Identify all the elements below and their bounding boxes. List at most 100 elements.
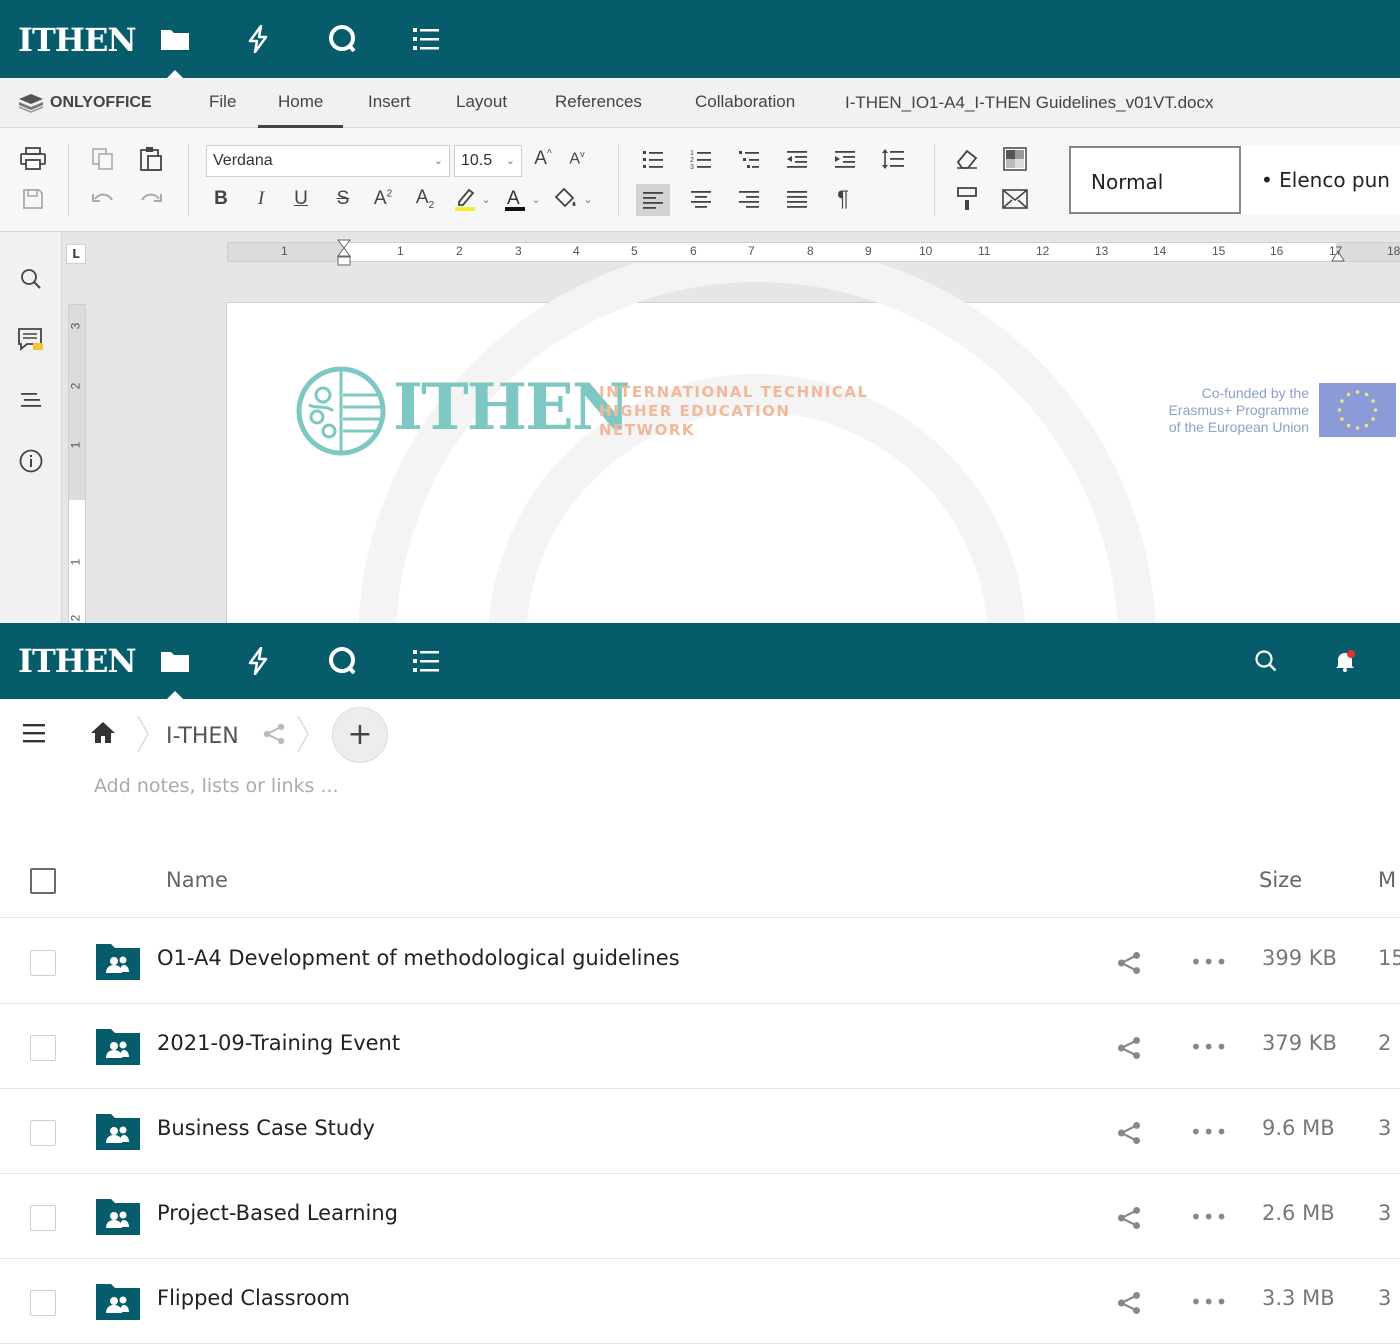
file-row-checkbox[interactable] (30, 1035, 56, 1061)
rich-workspace-notes[interactable]: Add notes, lists or links ... (94, 772, 339, 800)
strikethrough-button[interactable]: S (328, 184, 358, 214)
style-elenco-puntato[interactable]: • Elenco pun (1241, 146, 1400, 214)
file-share-button[interactable] (1116, 1290, 1142, 1320)
file-row[interactable]: Flipped Classroom ••• 3.3 MB 3 (0, 1259, 1400, 1344)
subscript-button[interactable]: A2 (410, 184, 440, 214)
undo-button[interactable] (88, 184, 118, 214)
file-row[interactable]: 2021-09-Training Event ••• 379 KB 2 (0, 1004, 1400, 1089)
file-share-button[interactable] (1116, 1205, 1142, 1235)
file-actions-button[interactable]: ••• (1190, 1207, 1228, 1227)
shading-button[interactable] (550, 184, 580, 214)
new-file-button[interactable]: + (332, 707, 388, 763)
talk-app-button[interactable] (312, 623, 372, 699)
file-row[interactable]: Business Case Study ••• 9.6 MB 3 (0, 1089, 1400, 1174)
column-name[interactable]: Name (166, 868, 228, 892)
shading-dropdown[interactable]: ⌄ (578, 184, 598, 214)
file-actions-button[interactable]: ••• (1190, 1292, 1228, 1312)
column-modified[interactable]: M (1378, 868, 1396, 892)
tab-stop-button[interactable]: L (66, 244, 86, 264)
tab-layout[interactable]: Layout (436, 78, 527, 128)
navigation-panel-button[interactable] (16, 385, 46, 415)
numbered-list-button[interactable]: 123 (686, 144, 716, 174)
deck-app-button[interactable] (396, 0, 456, 78)
deck-app-button[interactable] (396, 623, 456, 699)
tab-file[interactable]: File (189, 78, 256, 128)
about-button[interactable] (16, 446, 46, 476)
select-all-checkbox[interactable] (30, 868, 56, 894)
file-name[interactable]: Flipped Classroom (157, 1286, 350, 1310)
print-button[interactable] (18, 144, 48, 174)
file-actions-button[interactable]: ••• (1190, 952, 1228, 972)
bullet-list-button[interactable] (638, 144, 668, 174)
superscript-button[interactable]: A2 (368, 184, 398, 214)
ithen-header-logo[interactable]: ITHEN (18, 22, 137, 58)
file-row-checkbox[interactable] (30, 950, 56, 976)
font-name-select[interactable]: Verdana ⌄ (206, 145, 450, 177)
file-name[interactable]: Business Case Study (157, 1116, 375, 1140)
copy-style-button[interactable] (952, 184, 982, 214)
file-row-checkbox[interactable] (30, 1290, 56, 1316)
tab-collaboration[interactable]: Collaboration (675, 78, 815, 128)
file-actions-button[interactable]: ••• (1190, 1037, 1228, 1057)
redo-button[interactable] (136, 184, 166, 214)
decrease-indent-button[interactable] (782, 144, 812, 174)
copy-button[interactable] (88, 144, 118, 174)
tab-home[interactable]: Home (258, 78, 344, 128)
color-scheme-button[interactable] (1000, 144, 1030, 174)
align-center-button[interactable] (686, 184, 716, 214)
file-actions-button[interactable]: ••• (1190, 1122, 1228, 1142)
files-app-button[interactable] (145, 0, 205, 78)
file-share-button[interactable] (1116, 1120, 1142, 1150)
app-navigation-toggle[interactable] (22, 722, 46, 748)
clear-style-button[interactable] (952, 144, 982, 174)
justify-button[interactable] (782, 184, 812, 214)
bold-button[interactable]: B (206, 184, 236, 214)
highlight-dropdown[interactable]: ⌄ (476, 184, 496, 214)
file-name[interactable]: Project-Based Learning (157, 1201, 398, 1225)
file-share-button[interactable] (1116, 950, 1142, 980)
files-app-button[interactable] (145, 623, 205, 699)
decrease-font-button[interactable]: Av (562, 144, 592, 174)
file-share-button[interactable] (1116, 1035, 1142, 1065)
tab-insert[interactable]: Insert (348, 78, 431, 128)
search-panel-button[interactable] (16, 264, 46, 294)
ithen-header-logo[interactable]: ITHEN (18, 643, 137, 679)
file-row-checkbox[interactable] (30, 1205, 56, 1231)
increase-font-button[interactable]: A^ (528, 144, 558, 174)
vertical-ruler[interactable]: 3 2 1 1 2 (68, 304, 86, 623)
file-name[interactable]: 2021-09-Training Event (157, 1031, 400, 1055)
activity-app-button[interactable] (228, 623, 288, 699)
document-canvas[interactable]: L 1 1 2 3 4 5 6 7 8 9 10 11 12 13 14 15 … (62, 232, 1400, 623)
activity-app-button[interactable] (228, 0, 288, 78)
align-left-button[interactable] (636, 184, 670, 216)
comments-panel-button[interactable] (16, 325, 46, 355)
talk-app-button[interactable] (312, 0, 372, 78)
tab-references[interactable]: References (535, 78, 662, 128)
column-size[interactable]: Size (1259, 868, 1302, 892)
multilevel-list-button[interactable] (734, 144, 764, 174)
breadcrumb-home[interactable] (90, 720, 116, 748)
style-normal[interactable]: Normal (1069, 146, 1241, 214)
file-row[interactable]: Project-Based Learning ••• 2.6 MB 3 (0, 1174, 1400, 1259)
document-page[interactable]: ITHEN INTERNATIONAL TECHNICAL HIGHER EDU… (226, 263, 1400, 623)
file-name[interactable]: O1-A4 Development of methodological guid… (157, 946, 680, 970)
breadcrumb-share-button[interactable] (262, 722, 286, 750)
unified-search-button[interactable] (1246, 623, 1286, 699)
onlyoffice-brand[interactable]: ONLYOFFICE (18, 93, 152, 113)
align-right-button[interactable] (734, 184, 764, 214)
increase-indent-button[interactable] (830, 144, 860, 174)
underline-button[interactable]: U (286, 184, 316, 214)
paste-button[interactable] (136, 144, 166, 174)
file-row-checkbox[interactable] (30, 1120, 56, 1146)
file-row[interactable]: O1-A4 Development of methodological guid… (0, 919, 1400, 1004)
nonprinting-characters-button[interactable]: ¶ (828, 184, 858, 214)
italic-button[interactable]: I (246, 184, 276, 214)
notifications-button[interactable] (1325, 623, 1365, 699)
breadcrumb-current-folder[interactable]: I-THEN (166, 722, 239, 752)
horizontal-ruler[interactable]: 1 1 2 3 4 5 6 7 8 9 10 11 12 13 14 15 16… (227, 239, 1400, 266)
mail-merge-button[interactable] (1000, 184, 1030, 214)
save-button[interactable] (18, 184, 48, 214)
line-spacing-button[interactable] (878, 144, 908, 174)
font-size-select[interactable]: 10.5 ⌄ (454, 145, 522, 177)
font-color-dropdown[interactable]: ⌄ (526, 184, 546, 214)
